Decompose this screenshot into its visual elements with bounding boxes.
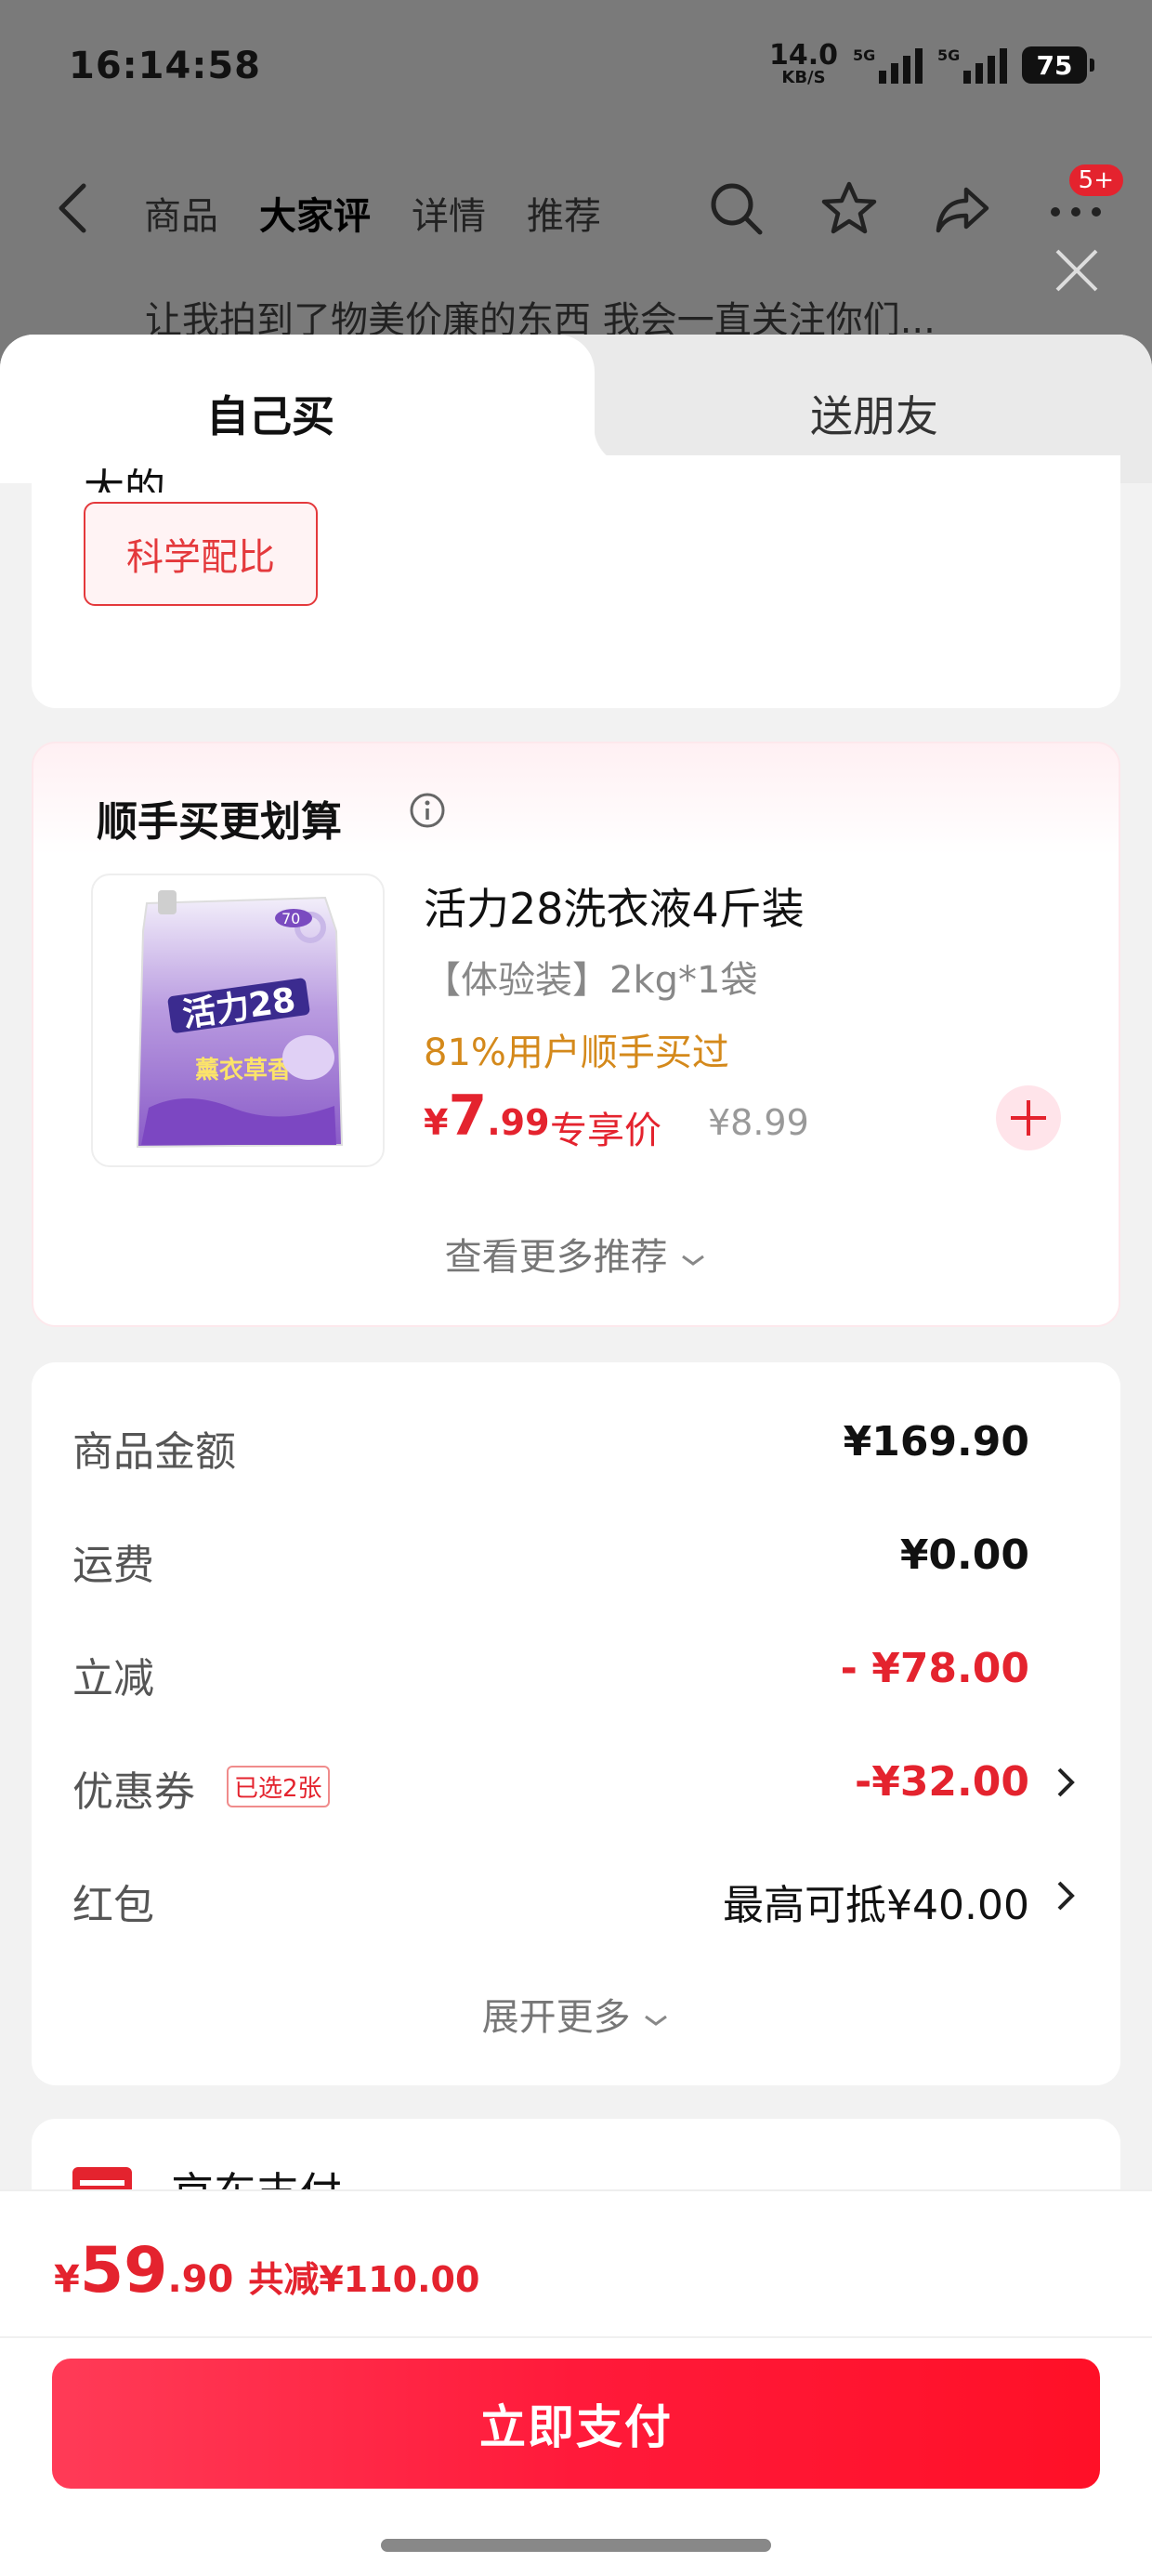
original-price: ¥8.99 bbox=[708, 1102, 809, 1143]
divider bbox=[0, 2336, 1152, 2338]
chevron-down-icon bbox=[645, 2015, 668, 2026]
checkout-sheet: 自己买 送朋友 大的 科学配比 顺手买更划算 70 活力28 薰衣草香 活力28… bbox=[0, 335, 1152, 2576]
network-speed: 14.0 KB/S bbox=[768, 39, 838, 87]
row-red-packet[interactable]: 红包 最高可抵¥40.00 bbox=[72, 1872, 1080, 1929]
product-attributes-card: 大的 科学配比 bbox=[32, 455, 1120, 708]
tab-details[interactable]: 详情 bbox=[412, 186, 486, 240]
truncated-text: 大的 bbox=[84, 466, 165, 493]
product-image[interactable]: 70 活力28 薰衣草香 bbox=[91, 874, 385, 1167]
tab-gift-to-friend[interactable]: 送朋友 bbox=[810, 383, 938, 444]
addon-product-name[interactable]: 活力28洗衣液4斤装 bbox=[424, 875, 805, 937]
signal-icon: 5G bbox=[853, 46, 923, 84]
chevron-right-icon bbox=[1057, 1881, 1075, 1911]
price-summary-card: 商品金额 ¥169.90 运费 ¥0.00 立减 - ¥78.00 优惠券 已选… bbox=[32, 1362, 1120, 2085]
tab-reviews[interactable]: 大家评 bbox=[259, 186, 371, 240]
battery-icon: 75 bbox=[1022, 46, 1094, 84]
addon-bought-rate: 81%用户顺手买过 bbox=[424, 1032, 729, 1074]
row-coupon[interactable]: 优惠券 已选2张 -¥32.00 bbox=[72, 1758, 1080, 1816]
addon-title: 顺手买更划算 bbox=[97, 798, 342, 846]
top-nav-bar: 商品 大家评 详情 推荐 5+ bbox=[0, 158, 1152, 260]
info-icon[interactable] bbox=[409, 792, 446, 829]
view-more-recommendations[interactable]: 查看更多推荐 bbox=[33, 1227, 1119, 1281]
pay-now-button[interactable]: 立即支付 bbox=[52, 2359, 1100, 2489]
status-icons: 14.0 KB/S 5G 5G 75 bbox=[768, 39, 1094, 87]
tab-recommend[interactable]: 推荐 bbox=[527, 186, 601, 240]
tab-label: 自己买 bbox=[206, 391, 334, 441]
home-indicator[interactable] bbox=[381, 2539, 771, 2552]
chevron-right-icon bbox=[1057, 1768, 1075, 1797]
svg-text:薰衣草香: 薰衣草香 bbox=[195, 1056, 292, 1084]
detergent-bag-image: 70 活力28 薰衣草香 bbox=[136, 890, 344, 1149]
row-instant-discount: 立减 - ¥78.00 bbox=[72, 1645, 1029, 1702]
addon-product-spec: 【体验装】2kg*1袋 bbox=[424, 959, 758, 1002]
share-icon[interactable] bbox=[933, 178, 992, 238]
star-icon[interactable] bbox=[819, 178, 879, 238]
coupon-selected-tag: 已选2张 bbox=[227, 1766, 330, 1807]
feature-tag[interactable]: 科学配比 bbox=[84, 502, 318, 606]
add-addon-button[interactable] bbox=[996, 1085, 1061, 1150]
chevron-down-icon bbox=[682, 1255, 705, 1266]
status-bar: 16:14:58 14.0 KB/S 5G 5G 75 bbox=[0, 0, 1152, 139]
total-price: ¥ 59 .90 共减¥110.00 bbox=[54, 2234, 480, 2307]
nav-actions: 5+ bbox=[706, 162, 1126, 238]
clock: 16:14:58 bbox=[69, 45, 261, 87]
svg-text:70: 70 bbox=[281, 910, 300, 927]
notification-badge: 5+ bbox=[1066, 162, 1126, 199]
search-icon[interactable] bbox=[706, 178, 766, 238]
more-button[interactable]: 5+ bbox=[1046, 162, 1126, 238]
back-icon[interactable] bbox=[50, 180, 97, 236]
close-icon[interactable] bbox=[1052, 245, 1102, 296]
exclusive-price-label: 专享价 bbox=[550, 1110, 661, 1152]
total-saved: 共减¥110.00 bbox=[248, 2259, 480, 2300]
expand-more-button[interactable]: 展开更多 bbox=[32, 1987, 1120, 2041]
nav-tabs: 商品 大家评 详情 推荐 bbox=[144, 186, 601, 240]
addon-price: ¥ 7 .99 bbox=[424, 1084, 550, 1149]
addon-recommendation-card: 顺手买更划算 70 活力28 薰衣草香 活力28洗衣液4斤装 【体验装】2kg*… bbox=[32, 742, 1120, 1327]
signal-icon: 5G bbox=[937, 46, 1007, 84]
checkout-footer: ¥ 59 .90 共减¥110.00 立即支付 bbox=[0, 2189, 1152, 2576]
row-goods-amount: 商品金额 ¥169.90 bbox=[72, 1418, 1029, 1476]
tab-products[interactable]: 商品 bbox=[144, 186, 218, 240]
row-shipping: 运费 ¥0.00 bbox=[72, 1531, 1029, 1589]
